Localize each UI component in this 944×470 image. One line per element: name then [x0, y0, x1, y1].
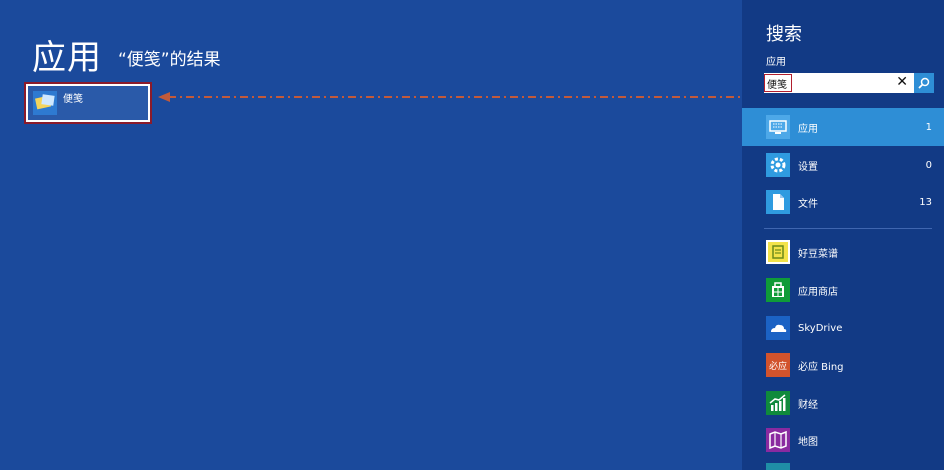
app-maps[interactable]: 地图 — [766, 427, 818, 453]
search-icon — [918, 77, 930, 89]
search-button[interactable] — [914, 73, 934, 93]
store-icon — [766, 278, 790, 302]
result-tile-sticky-notes[interactable]: 便笺 — [24, 82, 152, 124]
app-label: 应用商店 — [798, 286, 838, 298]
category-label: 设置 — [798, 161, 818, 173]
result-tile-label: 便笺 — [63, 94, 83, 105]
app-label: 好豆菜谱 — [798, 248, 838, 260]
app-bing[interactable]: 必应 必应 Bing — [766, 352, 844, 378]
app-skydrive[interactable]: SkyDrive — [766, 315, 842, 341]
result-caption: “便笺”的结果 — [118, 50, 221, 70]
bing-icon-text: 必应 — [768, 361, 787, 372]
cloud-icon — [766, 316, 790, 340]
app-haodou-recipes[interactable]: 好豆菜谱 — [766, 239, 838, 265]
bing-icon: 必应 — [766, 353, 790, 377]
results-area: 应用 “便笺”的结果 便笺 — [0, 0, 756, 470]
sticky-notes-icon — [33, 91, 57, 115]
gear-icon — [766, 153, 790, 177]
clear-icon[interactable]: ✕ — [896, 74, 908, 90]
category-count: 13 — [919, 196, 932, 208]
category-count: 1 — [925, 121, 932, 133]
app-label: 地图 — [798, 436, 818, 448]
app-label: 必应 Bing — [798, 361, 844, 373]
category-count: 0 — [925, 159, 932, 171]
document-icon — [766, 190, 790, 214]
category-label: 文件 — [798, 198, 818, 210]
category-files[interactable]: 文件 13 — [742, 183, 944, 221]
search-panel-title: 搜索 — [766, 24, 802, 45]
app-finance[interactable]: 财经 — [766, 390, 818, 416]
app-store[interactable]: 应用商店 — [766, 277, 838, 303]
map-icon — [766, 428, 790, 452]
search-scope-label: 应用 — [766, 57, 786, 68]
page-title: 应用 — [32, 38, 102, 78]
keyboard-icon — [766, 115, 790, 139]
app-label: 财经 — [798, 399, 818, 411]
annotation-arrow — [158, 92, 756, 102]
app-label: SkyDrive — [798, 322, 843, 334]
recipe-icon — [766, 240, 790, 264]
partially-visible-app-icon — [766, 463, 790, 470]
category-apps[interactable]: 应用 1 — [742, 108, 944, 146]
category-label: 应用 — [798, 123, 818, 135]
search-charm-panel: 搜索 应用 ✕ 应用 1 设置 0 — [742, 0, 944, 470]
category-settings[interactable]: 设置 0 — [742, 146, 944, 184]
search-input[interactable] — [764, 74, 792, 92]
search-box: ✕ — [764, 73, 914, 93]
panel-divider — [764, 228, 932, 229]
finance-icon — [766, 391, 790, 415]
